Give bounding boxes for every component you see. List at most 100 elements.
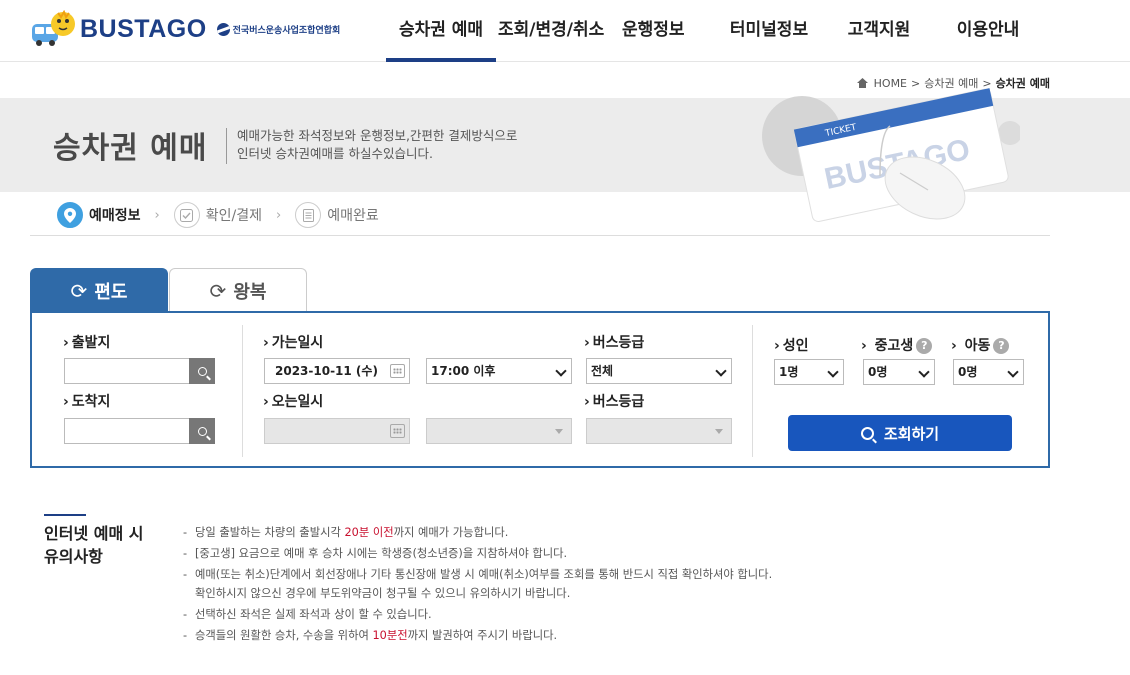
logo-subtitle-text: 전국버스운송사업조합연합회 — [232, 25, 341, 36]
chevron-right-icon: › — [275, 207, 282, 223]
arrival-search-button[interactable] — [189, 418, 215, 444]
adult-count-select[interactable]: 1명 — [774, 359, 844, 385]
notice-text: 까지 발권하여 주시기 바랍니다. — [407, 629, 558, 642]
bus-class-select[interactable]: 전체 — [586, 358, 732, 384]
go-time-value: 17:00 이후 — [431, 364, 496, 378]
chevron-down-icon — [918, 366, 930, 378]
nav-item-customer-support[interactable]: 고객지원 — [830, 0, 928, 62]
notice-item: 당일 출발하는 차량의 출발시각 20분 이전까지 예매가 가능합니다. — [183, 523, 772, 542]
notice-text: 예매(또는 취소)단계에서 회선장애나 기타 통신장애 발생 시 예매(취소)여… — [195, 568, 773, 581]
step-confirm-payment: 확인/결제 — [173, 202, 262, 228]
adult-label: 성인 — [774, 335, 809, 355]
notice-text: 확인하시지 않으신 경우에 부도위약금이 청구될 수 있으니 유의하시기 바랍니… — [195, 587, 571, 600]
panel-divider — [242, 325, 243, 457]
arrival-label: 도착지 — [63, 391, 111, 411]
arrival-input[interactable] — [64, 418, 190, 444]
site-header: BUSTAGO 전국버스운송사업조합연합회 승차권 예매 조회/변경/취소 운행… — [0, 0, 1130, 62]
departure-label: 출발지 — [63, 332, 111, 352]
page-description: 예매가능한 좌석정보와 운행정보,간편한 결제방식으로 인터넷 승차권예매를 하… — [237, 127, 517, 163]
go-date-input[interactable]: 2023-10-11 (수) — [264, 358, 410, 384]
logo[interactable]: BUSTAGO 전국버스운송사업조합연합회 — [30, 9, 341, 48]
nav-item-operation-info[interactable]: 운행정보 — [608, 0, 708, 62]
bus-mascot-icon — [30, 9, 76, 48]
help-icon[interactable]: ? — [993, 338, 1010, 354]
query-button[interactable]: 조회하기 — [788, 415, 1012, 451]
trip-type-tabs: ⟳ 편도 ⟳ 왕복 — [30, 268, 307, 312]
notice-text: 승객들의 원활한 승차, 수송을 위하여 — [195, 629, 373, 642]
tab-one-way[interactable]: ⟳ 편도 — [30, 268, 168, 312]
ticket-mouse-illustration: TICKET BUSTAGO — [762, 88, 1020, 222]
notice-text: [중고생] 요금으로 예매 후 승차 시에는 학생증(청소년증)을 지참하셔야 … — [195, 547, 568, 560]
nav-item-lookup-change-cancel[interactable]: 조회/변경/취소 — [496, 0, 608, 62]
tab-label: 편도 — [94, 281, 128, 303]
step-label: 예매완료 — [327, 208, 379, 224]
tab-round-trip[interactable]: ⟳ 왕복 — [169, 268, 307, 312]
bus-class-value: 전체 — [591, 364, 614, 378]
booking-steps: 예매정보 › 확인/결제 › 예매완료 — [57, 202, 379, 228]
adult-count-value: 1명 — [779, 365, 799, 379]
child-label: 아동? — [951, 335, 1010, 355]
calendar-icon — [390, 424, 405, 438]
notice-item: 예매(또는 취소)단계에서 회선장애나 기타 통신장애 발생 시 예매(취소)여… — [183, 565, 772, 603]
child-count-select[interactable]: 0명 — [953, 359, 1024, 385]
notice-item: [중고생] 요금으로 예매 후 승차 시에는 학생증(청소년증)을 지참하셔야 … — [183, 544, 772, 563]
page-title: 승차권 예매 — [53, 131, 208, 166]
chevron-down-icon — [715, 365, 727, 377]
document-icon — [295, 202, 322, 228]
child-label-text: 아동 — [964, 338, 991, 354]
youth-count-value: 0명 — [868, 365, 888, 379]
location-pin-icon — [57, 202, 83, 228]
divider — [30, 235, 1050, 236]
youth-count-select[interactable]: 0명 — [863, 359, 935, 385]
chevron-right-icon: › — [154, 207, 160, 223]
return-date-label: 오는일시 — [263, 391, 324, 411]
page-banner: 승차권 예매 예매가능한 좌석정보와 운행정보,간편한 결제방식으로 인터넷 승… — [0, 88, 1130, 222]
notice-title: 인터넷 예매 시 유의사항 — [44, 522, 143, 568]
step-label: 예매정보 — [89, 208, 141, 224]
dropdown-arrow-icon — [715, 429, 723, 434]
return-bus-class-select — [586, 418, 732, 444]
step-booking-info: 예매정보 — [57, 202, 141, 228]
notice-title-accent — [44, 514, 86, 516]
bus-class-label: 버스등급 — [584, 332, 645, 352]
return-bus-class-label: 버스등급 — [584, 391, 645, 411]
main-nav: 승차권 예매 조회/변경/취소 운행정보 터미널정보 고객지원 이용안내 — [386, 0, 1048, 62]
help-icon[interactable]: ? — [916, 338, 933, 354]
chevron-down-icon — [555, 365, 567, 377]
go-time-select[interactable]: 17:00 이후 — [426, 358, 572, 384]
logo-subtitle: 전국버스운송사업조합연합회 — [216, 22, 341, 36]
return-time-select — [426, 418, 572, 444]
notice-text: 선택하신 좌석은 실제 좌석과 상이 할 수 있습니다. — [195, 608, 432, 621]
search-panel: 출발지 도착지 가는일시 2023-10-11 (수) 17:00 이후 버스등… — [30, 311, 1050, 468]
logo-text: BUSTAGO — [80, 14, 207, 43]
notice-item: 선택하신 좌석은 실제 좌석과 상이 할 수 있습니다. — [183, 605, 772, 624]
nav-item-usage-guide[interactable]: 이용안내 — [928, 0, 1048, 62]
go-date-label: 가는일시 — [263, 332, 324, 352]
step-booking-complete: 예매완료 — [295, 202, 379, 228]
child-count-value: 0명 — [958, 365, 978, 379]
banner-divider — [226, 128, 227, 164]
notice-highlight: 20분 이전 — [344, 526, 394, 539]
nav-item-terminal-info[interactable]: 터미널정보 — [708, 0, 830, 62]
step-label: 확인/결제 — [205, 208, 262, 224]
notice-highlight: 10분전 — [372, 629, 408, 642]
return-date-input — [264, 418, 410, 444]
notice-title-line: 유의사항 — [44, 547, 103, 566]
youth-label-text: 중고생 — [874, 338, 914, 354]
notice-item: 승객들의 원활한 승차, 수송을 위하여 10분전까지 발권하여 주시기 바랍니… — [183, 626, 772, 645]
departure-input[interactable] — [64, 358, 190, 384]
search-icon — [197, 366, 207, 376]
calendar-icon[interactable] — [390, 364, 405, 378]
panel-divider — [752, 325, 753, 457]
tab-label: 왕복 — [233, 281, 267, 303]
page-description-line: 인터넷 승차권예매를 하실수있습니다. — [237, 146, 433, 161]
notice-text: 까지 예매가 가능합니다. — [393, 526, 509, 539]
departure-search-button[interactable] — [189, 358, 215, 384]
notice-text: 당일 출발하는 차량의 출발시각 — [195, 526, 345, 539]
page-description-line: 예매가능한 좌석정보와 운행정보,간편한 결제방식으로 — [237, 128, 518, 143]
query-button-label: 조회하기 — [883, 424, 940, 443]
search-icon — [860, 426, 874, 440]
nav-item-ticket-booking[interactable]: 승차권 예매 — [386, 0, 496, 62]
chevron-down-icon — [827, 366, 839, 378]
go-date-value: 2023-10-11 (수) — [275, 364, 378, 378]
